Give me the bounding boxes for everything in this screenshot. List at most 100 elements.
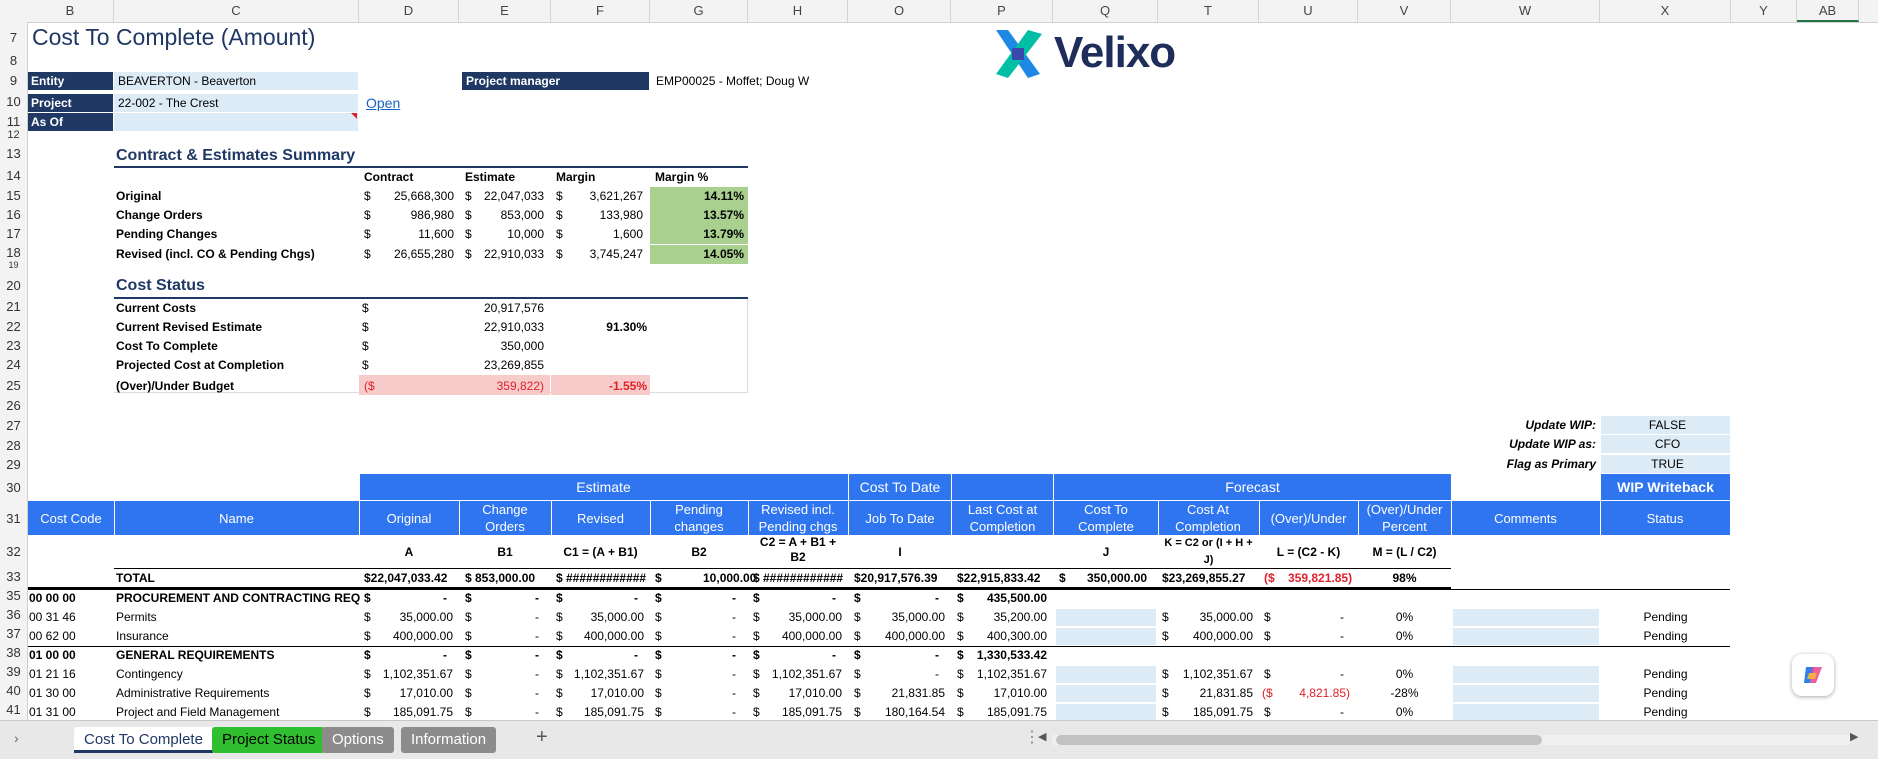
column-header-AB[interactable]: AB [1797, 0, 1859, 22]
header-separator [1600, 501, 1601, 535]
header-separator [1358, 501, 1359, 535]
comments-input[interactable] [1453, 628, 1599, 645]
total-revised-incl: $ ############ [753, 571, 844, 585]
row-number[interactable]: 28 [0, 438, 27, 453]
cost-to-complete-input[interactable] [1056, 609, 1156, 626]
row-number[interactable]: 36 [0, 607, 27, 622]
column-header-U[interactable]: U [1259, 0, 1358, 22]
column-header-X[interactable]: X [1600, 0, 1731, 22]
copilot-button[interactable] [1792, 654, 1834, 696]
comments-input[interactable] [1453, 704, 1599, 721]
velixo-x-icon [996, 30, 1042, 78]
tab-cost-to-complete[interactable]: Cost To Complete [74, 727, 213, 753]
summary-header-contract: Contract [364, 170, 414, 184]
row-number[interactable]: 23 [0, 338, 27, 353]
flag-primary-field[interactable]: TRUE [1601, 455, 1730, 473]
row-number[interactable]: 9 [0, 73, 27, 88]
entity-field[interactable]: BEAVERTON - Beaverton [114, 72, 358, 90]
comments-input[interactable] [1453, 666, 1599, 683]
column-header-Y[interactable]: Y [1731, 0, 1797, 22]
line-original: 400,000.00 [392, 629, 453, 643]
row-number[interactable]: 25 [0, 378, 27, 393]
row-number[interactable]: 30 [0, 480, 27, 495]
project-field[interactable]: 22-002 - The Crest [114, 94, 358, 112]
header-separator [951, 501, 952, 535]
row-number[interactable]: 8 [0, 53, 27, 68]
row-number[interactable]: 38 [0, 645, 27, 660]
row-number[interactable]: 35 [0, 588, 27, 603]
row-number[interactable]: 14 [0, 168, 27, 183]
add-sheet-icon[interactable]: + [536, 726, 548, 749]
column-header-W[interactable]: W [1451, 0, 1600, 22]
hscroll-thumb[interactable] [1056, 735, 1542, 745]
column-header-B[interactable]: B [27, 0, 114, 22]
sheet-tab-bar: › Cost To Complete Project Status Option… [0, 720, 1878, 759]
tab-options[interactable]: Options [322, 727, 394, 753]
open-link[interactable]: Open [366, 95, 400, 111]
cost-to-complete-input[interactable] [1056, 666, 1156, 683]
tab-project-status[interactable]: Project Status [212, 727, 326, 753]
row-number[interactable]: 13 [0, 146, 27, 161]
row-number[interactable]: 26 [0, 398, 27, 413]
forecast-group-header: Forecast [1054, 474, 1451, 500]
row-number[interactable]: 21 [0, 299, 27, 314]
column-header-F[interactable]: F [551, 0, 650, 22]
row-number[interactable]: 41 [0, 702, 27, 717]
column-header-G[interactable]: G [650, 0, 748, 22]
row-number[interactable]: 18 [0, 245, 27, 260]
update-wip-label: Update WIP: [1525, 418, 1596, 432]
status-cell: Pending [1643, 705, 1688, 719]
col-over-under: (Over)/Under [1270, 511, 1347, 526]
column-header-Q[interactable]: Q [1053, 0, 1158, 22]
tab-scroll-left-icon[interactable]: › [14, 730, 19, 746]
row-number[interactable]: 22 [0, 319, 27, 334]
row-number[interactable]: 20 [0, 278, 27, 293]
update-wip-field[interactable]: FALSE [1601, 416, 1730, 434]
row-number[interactable]: 12 [0, 129, 27, 141]
row-number[interactable]: 32 [0, 544, 27, 559]
column-header-V[interactable]: V [1358, 0, 1451, 22]
line-last: 435,500.00 [986, 591, 1047, 605]
cost-to-complete-input[interactable] [1056, 704, 1156, 721]
row-number[interactable]: 27 [0, 418, 27, 433]
row-number[interactable]: 31 [0, 511, 27, 526]
update-wip-as-field[interactable]: CFO [1601, 435, 1730, 453]
column-header-D[interactable]: D [359, 0, 459, 22]
row-number[interactable]: 17 [0, 226, 27, 241]
cost-to-complete-input[interactable] [1056, 685, 1156, 702]
asof-field[interactable] [114, 113, 358, 131]
row-number[interactable]: 7 [0, 30, 27, 45]
row-number[interactable]: 33 [0, 569, 27, 584]
row-number[interactable]: 29 [0, 457, 27, 472]
row-number[interactable]: 15 [0, 188, 27, 203]
column-header-P[interactable]: P [951, 0, 1053, 22]
hscroll-left-icon[interactable]: ◀ [1038, 730, 1046, 743]
status-cell: Pending [1643, 610, 1688, 624]
column-header-E[interactable]: E [459, 0, 551, 22]
hscroll-right-icon[interactable]: ▶ [1850, 730, 1858, 743]
row-number[interactable]: 39 [0, 664, 27, 679]
status-cell: Pending [1643, 629, 1688, 643]
row-number[interactable]: 40 [0, 683, 27, 698]
row-number[interactable]: 11 [0, 114, 27, 129]
summary-header-margin: Margin [556, 170, 596, 184]
comments-input[interactable] [1453, 609, 1599, 626]
column-header-C[interactable]: C [114, 0, 359, 22]
cost-status-value: 20,917,576 [483, 301, 544, 315]
row-number[interactable]: 24 [0, 357, 27, 372]
line-name: Insurance [116, 629, 169, 643]
row-number[interactable]: 19 [0, 260, 27, 270]
comments-input[interactable] [1453, 685, 1599, 702]
col-revised: Revised [577, 511, 624, 526]
column-header-O[interactable]: O [848, 0, 951, 22]
column-header-T[interactable]: T [1158, 0, 1259, 22]
overunder-value: 359,822) [496, 379, 544, 393]
summary-margin: 3,621,267 [589, 189, 643, 203]
column-header-H[interactable]: H [748, 0, 848, 22]
row-header-bar: 7 8 9 10 11 12 13 14 15 16 17 18 19 20 2… [0, 22, 28, 720]
row-number[interactable]: 37 [0, 626, 27, 641]
row-number[interactable]: 16 [0, 207, 27, 222]
row-number[interactable]: 10 [0, 94, 27, 109]
cost-to-complete-input[interactable] [1056, 628, 1156, 645]
tab-information[interactable]: Information [401, 727, 497, 753]
